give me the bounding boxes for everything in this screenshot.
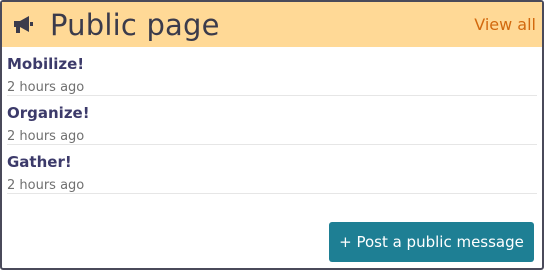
message-time: 2 hours ago: [7, 80, 85, 95]
message-title[interactable]: Mobilize!: [7, 55, 84, 73]
list-item: Mobilize! 2 hours ago: [7, 47, 537, 96]
megaphone-icon: [12, 12, 38, 38]
message-time: 2 hours ago: [7, 178, 85, 193]
list-item: Organize! 2 hours ago: [7, 96, 537, 145]
list-item: Gather! 2 hours ago: [7, 145, 537, 194]
message-title[interactable]: Organize!: [7, 104, 90, 122]
message-title[interactable]: Gather!: [7, 153, 72, 171]
view-all-link[interactable]: View all: [474, 15, 536, 34]
message-time: 2 hours ago: [7, 129, 85, 144]
public-page-widget: Public page View all Mobilize! 2 hours a…: [0, 0, 544, 270]
post-public-message-button[interactable]: + Post a public message: [329, 222, 534, 262]
page-title: Public page: [50, 7, 220, 42]
widget-header: Public page View all: [2, 2, 542, 47]
message-list: Mobilize! 2 hours ago Organize! 2 hours …: [2, 47, 542, 194]
